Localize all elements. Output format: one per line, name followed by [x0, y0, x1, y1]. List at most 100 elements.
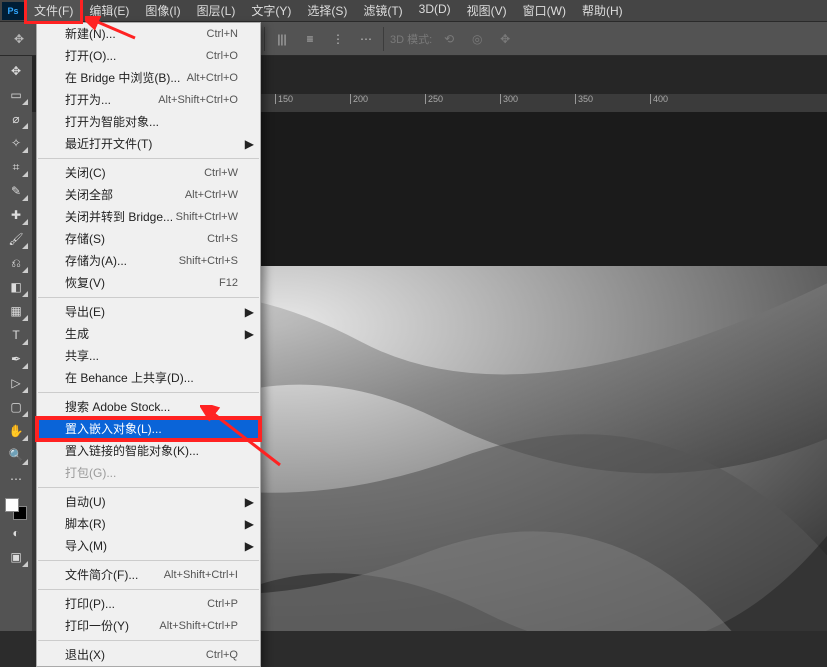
- menu-item-label: 关闭全部: [65, 187, 113, 203]
- menu-item[interactable]: 打印(P)...Ctrl+P: [37, 593, 260, 615]
- menu-item-label: 置入嵌入对象(L)...: [65, 421, 162, 437]
- menu-shortcut: Alt+Shift+Ctrl+P: [159, 618, 238, 634]
- magic-wand-tool-icon[interactable]: ✧: [3, 132, 29, 154]
- ruler-mark: 200: [350, 94, 425, 104]
- menubar-item[interactable]: 文件(F): [26, 0, 81, 22]
- foreground-color-swatch[interactable]: [5, 498, 19, 512]
- menu-shortcut: Ctrl+N: [207, 26, 238, 42]
- menu-item[interactable]: 在 Behance 上共享(D)...: [37, 367, 260, 389]
- quick-mask-icon[interactable]: ◐: [3, 522, 29, 544]
- distribute-spacing-icon[interactable]: ⋮: [327, 28, 349, 50]
- menu-item-label: 在 Behance 上共享(D)...: [65, 370, 194, 386]
- menu-separator: [38, 560, 259, 561]
- menubar-item[interactable]: 选择(S): [299, 0, 355, 22]
- submenu-arrow-icon: ▶: [245, 538, 254, 554]
- menu-item[interactable]: 最近打开文件(T)▶: [37, 133, 260, 155]
- menu-shortcut: Alt+Shift+Ctrl+I: [164, 567, 238, 583]
- menubar-item[interactable]: 图像(I): [137, 0, 188, 22]
- menu-item[interactable]: 打开为...Alt+Shift+Ctrl+O: [37, 89, 260, 111]
- menubar-item[interactable]: 窗口(W): [515, 0, 574, 22]
- eraser-tool-icon[interactable]: ◧: [3, 276, 29, 298]
- move-tool-icon[interactable]: ✥: [3, 60, 29, 82]
- menu-item[interactable]: 生成▶: [37, 323, 260, 345]
- distribute-h-icon[interactable]: |||: [271, 28, 293, 50]
- 3d-orbit-icon[interactable]: ⟲: [438, 28, 460, 50]
- 3d-rotate-icon[interactable]: ◎: [466, 28, 488, 50]
- separator: [383, 27, 384, 51]
- menubar-item[interactable]: 视图(V): [459, 0, 515, 22]
- menubar-item[interactable]: 文字(Y): [243, 0, 299, 22]
- menu-item: 打包(G)...: [37, 462, 260, 484]
- edit-toolbar-icon[interactable]: ⋯: [3, 468, 29, 490]
- menu-item[interactable]: 导出(E)▶: [37, 301, 260, 323]
- 3d-mode-label: 3D 模式:: [390, 31, 432, 47]
- menubar-item[interactable]: 帮助(H): [574, 0, 631, 22]
- menu-shortcut: Alt+Ctrl+W: [185, 187, 238, 203]
- type-tool-icon[interactable]: T: [3, 324, 29, 346]
- app-logo: Ps: [2, 2, 24, 20]
- menu-shortcut: Ctrl+Q: [206, 647, 238, 663]
- lasso-tool-icon[interactable]: ⌀: [3, 108, 29, 130]
- distribute-v-icon[interactable]: ≡: [299, 28, 321, 50]
- brush-tool-icon[interactable]: 🖌: [3, 228, 29, 250]
- menu-item[interactable]: 打开为智能对象...: [37, 111, 260, 133]
- menu-item[interactable]: 存储为(A)...Shift+Ctrl+S: [37, 250, 260, 272]
- menu-shortcut: Shift+Ctrl+W: [176, 209, 238, 225]
- menu-item[interactable]: 关闭并转到 Bridge...Shift+Ctrl+W: [37, 206, 260, 228]
- menubar-item[interactable]: 3D(D): [411, 0, 459, 22]
- menu-item[interactable]: 打开(O)...Ctrl+O: [37, 45, 260, 67]
- marquee-tool-icon[interactable]: ▭: [3, 84, 29, 106]
- eyedropper-tool-icon[interactable]: ✎: [3, 180, 29, 202]
- menu-item[interactable]: 打印一份(Y) Alt+Shift+Ctrl+P: [37, 615, 260, 637]
- screen-mode-icon[interactable]: ▣: [3, 546, 29, 568]
- color-swatches[interactable]: [5, 498, 27, 520]
- menubar-item[interactable]: 滤镜(T): [355, 0, 410, 22]
- menu-item[interactable]: 恢复(V)F12: [37, 272, 260, 294]
- menu-shortcut: Alt+Ctrl+O: [187, 70, 238, 86]
- menubar-item[interactable]: 编辑(E): [81, 0, 137, 22]
- menu-item[interactable]: 共享...: [37, 345, 260, 367]
- menu-item[interactable]: 文件简介(F)... Alt+Shift+Ctrl+I: [37, 564, 260, 586]
- ruler-mark: 350: [575, 94, 650, 104]
- menu-shortcut: Ctrl+S: [207, 231, 238, 247]
- menu-item-label: 置入链接的智能对象(K)...: [65, 443, 199, 459]
- menu-item-label: 打印一份(Y): [65, 618, 129, 634]
- menu-item[interactable]: 置入嵌入对象(L)...: [37, 418, 260, 440]
- move-tool-icon: ✥: [8, 28, 30, 50]
- ruler-mark: 250: [425, 94, 500, 104]
- zoom-tool-icon[interactable]: 🔍: [3, 444, 29, 466]
- crop-tool-icon[interactable]: ⌗: [3, 156, 29, 178]
- menu-item[interactable]: 新建(N)...Ctrl+N: [37, 23, 260, 45]
- ruler-mark: 150: [275, 94, 350, 104]
- menubar-item[interactable]: 图层(L): [189, 0, 244, 22]
- menu-item[interactable]: 存储(S)Ctrl+S: [37, 228, 260, 250]
- menu-item[interactable]: 自动(U)▶: [37, 491, 260, 513]
- menu-item[interactable]: 置入链接的智能对象(K)...: [37, 440, 260, 462]
- menu-shortcut: Alt+Shift+Ctrl+O: [158, 92, 238, 108]
- submenu-arrow-icon: ▶: [245, 494, 254, 510]
- healing-brush-tool-icon[interactable]: ✚: [3, 204, 29, 226]
- menu-item[interactable]: 导入(M)▶: [37, 535, 260, 557]
- hand-tool-icon[interactable]: ✋: [3, 420, 29, 442]
- menu-item-label: 关闭并转到 Bridge...: [65, 209, 173, 225]
- menu-item[interactable]: 关闭全部 Alt+Ctrl+W: [37, 184, 260, 206]
- menu-separator: [38, 487, 259, 488]
- shape-tool-icon[interactable]: ▢: [3, 396, 29, 418]
- more-options-icon[interactable]: ⋯: [355, 28, 377, 50]
- 3d-pan-icon[interactable]: ✥: [494, 28, 516, 50]
- menu-item-label: 最近打开文件(T): [65, 136, 152, 152]
- menu-item-label: 打包(G)...: [65, 465, 116, 481]
- pen-tool-icon[interactable]: ✒: [3, 348, 29, 370]
- menu-item[interactable]: 搜索 Adobe Stock...: [37, 396, 260, 418]
- menu-item[interactable]: 脚本(R)▶: [37, 513, 260, 535]
- menu-item-label: 打印(P)...: [65, 596, 115, 612]
- path-selection-tool-icon[interactable]: ▷: [3, 372, 29, 394]
- menu-item[interactable]: 退出(X)Ctrl+Q: [37, 644, 260, 666]
- menu-item-label: 文件简介(F)...: [65, 567, 138, 583]
- menu-item[interactable]: 在 Bridge 中浏览(B)...Alt+Ctrl+O: [37, 67, 260, 89]
- gradient-tool-icon[interactable]: ▦: [3, 300, 29, 322]
- menu-item[interactable]: 关闭(C)Ctrl+W: [37, 162, 260, 184]
- menu-item-label: 搜索 Adobe Stock...: [65, 399, 170, 415]
- menu-item-label: 关闭(C): [65, 165, 106, 181]
- clone-stamp-tool-icon[interactable]: ⎌: [3, 252, 29, 274]
